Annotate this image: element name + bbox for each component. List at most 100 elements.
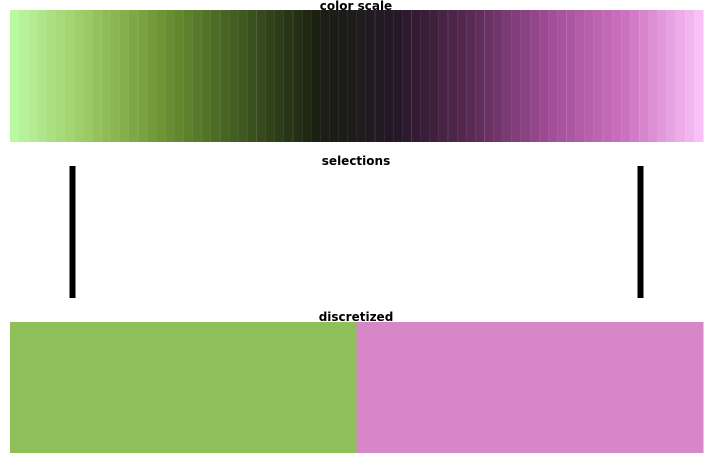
color-bin — [657, 10, 668, 142]
bin-separator — [630, 10, 631, 142]
bin-separator — [292, 10, 294, 142]
selection-marker — [637, 166, 644, 298]
bin-separator — [256, 10, 257, 142]
color-bin — [283, 10, 294, 142]
bin-separator — [511, 10, 513, 142]
color-bin — [529, 10, 540, 142]
bin-separator — [210, 10, 212, 142]
title-selections: selections — [322, 154, 390, 168]
color-bin — [611, 10, 622, 142]
bin-separator — [92, 10, 93, 142]
color-bin — [566, 10, 576, 142]
bin-separator — [301, 10, 303, 142]
color-bin — [465, 10, 476, 142]
color-bin — [101, 10, 111, 142]
color-bin — [19, 10, 29, 142]
bin-separator — [310, 10, 312, 142]
color-bin — [292, 10, 303, 142]
bin-separator — [575, 10, 576, 142]
color-bin — [493, 10, 503, 142]
color-bin — [146, 10, 157, 142]
bin-separator — [447, 10, 449, 142]
bin-separator — [374, 10, 376, 142]
color-bin — [310, 10, 321, 142]
color-bin — [92, 10, 102, 142]
bin-separator — [247, 10, 248, 142]
color-bin — [28, 10, 38, 142]
color-bin — [301, 10, 312, 142]
bin-separator — [602, 10, 604, 142]
color-bin — [256, 10, 266, 142]
color-bin — [10, 10, 20, 142]
bin-separator — [465, 10, 467, 142]
color-bin — [620, 10, 631, 142]
bin-separator — [365, 10, 367, 142]
color-bin — [165, 10, 175, 142]
color-bin — [383, 10, 394, 142]
color-bin — [575, 10, 586, 142]
bin-separator — [547, 10, 549, 142]
color-bin — [502, 10, 513, 142]
bin-separator — [101, 10, 102, 142]
bin-separator — [538, 10, 540, 142]
color-bin — [420, 10, 431, 142]
color-bin — [64, 10, 75, 142]
color-bin — [511, 10, 522, 142]
bin-separator — [338, 10, 339, 142]
bin-separator — [320, 10, 321, 142]
color-bin — [183, 10, 193, 142]
bin-separator — [73, 10, 75, 142]
color-bin — [174, 10, 184, 142]
bin-separator — [566, 10, 567, 142]
color-bin — [338, 10, 348, 142]
color-bin — [237, 10, 248, 142]
bin-separator — [493, 10, 494, 142]
color-bin — [110, 10, 121, 142]
bin-separator — [420, 10, 421, 142]
figure: color scale selections discretized — [10, 0, 704, 453]
bin-separator — [201, 10, 203, 142]
color-bin — [630, 10, 640, 142]
bin-separator — [666, 10, 668, 142]
color-bin — [484, 10, 494, 142]
bin-separator — [584, 10, 586, 142]
color-bin — [265, 10, 276, 142]
bin-separator — [119, 10, 121, 142]
color-bin — [402, 10, 412, 142]
color-bin — [666, 10, 677, 142]
color-bin — [475, 10, 485, 142]
color-bin — [329, 10, 339, 142]
color-bin — [320, 10, 330, 142]
title-discretized: discretized — [319, 310, 394, 324]
bin-separator — [611, 10, 613, 142]
color-scale-strip — [10, 10, 704, 142]
bin-separator — [402, 10, 403, 142]
color-bin — [356, 10, 367, 142]
bin-separator — [484, 10, 485, 142]
bin-separator — [110, 10, 111, 142]
color-bin — [119, 10, 130, 142]
bin-separator — [128, 10, 130, 142]
bin-separator — [684, 10, 686, 142]
color-bin — [192, 10, 203, 142]
bin-separator — [146, 10, 148, 142]
color-bin — [675, 10, 686, 142]
bin-separator — [64, 10, 66, 142]
bin-separator — [28, 10, 29, 142]
color-bin — [128, 10, 139, 142]
color-bin — [37, 10, 48, 142]
bin-separator — [529, 10, 531, 142]
color-bin — [684, 10, 695, 142]
color-bin — [82, 10, 93, 142]
bin-separator — [137, 10, 139, 142]
bin-separator — [228, 10, 230, 142]
bin-separator — [219, 10, 221, 142]
bin-separator — [55, 10, 57, 142]
bin-separator — [429, 10, 431, 142]
bin-separator — [392, 10, 394, 142]
bin-separator — [648, 10, 649, 142]
color-bin — [538, 10, 549, 142]
color-bin — [639, 10, 649, 142]
bin-separator — [657, 10, 659, 142]
color-bin — [693, 10, 704, 142]
